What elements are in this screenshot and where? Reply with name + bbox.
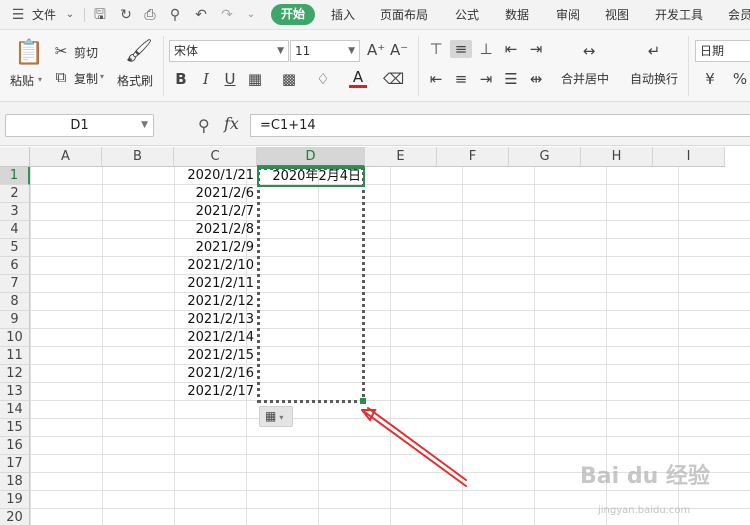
watermark: Bai du 经验 [580, 464, 710, 489]
arrow-shaft-line [361, 409, 467, 487]
annotation-arrow [361, 407, 467, 487]
arrow-shaft-line-inner [367, 407, 467, 481]
watermark-url: jingyan.baidu.com [598, 505, 691, 516]
